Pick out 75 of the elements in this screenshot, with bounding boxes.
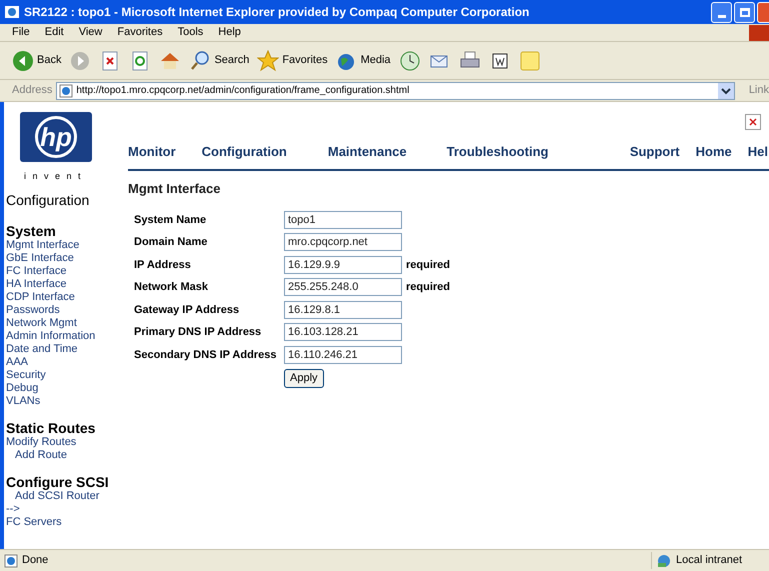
sidebar-link[interactable]: Admin Information — [6, 330, 122, 342]
sidebar-link[interactable]: GbE Interface — [6, 252, 122, 264]
sidebar-link[interactable]: --> — [6, 502, 122, 516]
menu-item[interactable]: File — [12, 24, 30, 41]
sidebar-link[interactable]: Security — [6, 368, 122, 382]
nav-link[interactable]: Maintenance — [312, 142, 407, 161]
menu-item[interactable]: View — [78, 24, 102, 41]
menu-item[interactable]: Edit — [44, 24, 64, 41]
sidebar-link[interactable]: Add SCSI Router — [6, 490, 122, 502]
sidebar-link[interactable]: Passwords — [6, 304, 122, 316]
sidebar-link[interactable]: Modify Routes — [6, 436, 122, 448]
field-label: Secondary DNS IP Address — [134, 348, 278, 362]
nav-link[interactable]: Hel — [748, 142, 768, 161]
field-label: System Name — [134, 212, 208, 228]
dropdown-icon[interactable] — [718, 82, 734, 98]
text-field[interactable]: 16.110.246.21 — [284, 346, 402, 364]
address-label: Address — [12, 83, 52, 98]
minimize-button[interactable] — [711, 2, 732, 22]
menu-item[interactable]: Tools — [178, 24, 204, 41]
section-title: Configure SCSI — [6, 474, 110, 490]
field-label: Domain Name — [134, 235, 208, 250]
nav-link[interactable]: Support — [630, 142, 680, 161]
nav-link[interactable]: Monitor — [128, 142, 176, 161]
field-label: Network Mask — [134, 280, 209, 295]
page-heading: Mgmt Interface — [128, 180, 222, 198]
search-icon[interactable] — [189, 50, 212, 72]
text-field[interactable]: 16.129.8.1 — [284, 300, 402, 319]
toolbar-button-label[interactable]: Favorites — [282, 52, 328, 69]
section-title: Static Routes — [6, 420, 96, 436]
text-field[interactable]: 255.255.248.0 — [284, 278, 402, 296]
section-title: System — [6, 222, 57, 238]
sidebar-link[interactable]: FC Interface — [6, 264, 122, 278]
field-label: IP Address — [134, 258, 192, 272]
field-label: Primary DNS IP Address — [134, 325, 262, 340]
page-icon — [59, 84, 74, 98]
field-label: Gateway IP Address — [134, 302, 240, 318]
nav-link[interactable]: Troubleshooting — [432, 142, 548, 161]
menu-item[interactable]: Favorites — [117, 24, 163, 41]
text-field[interactable]: 16.129.9.9 — [284, 256, 402, 274]
sidebar-link[interactable]: Network Mgmt — [6, 316, 122, 330]
nav-link[interactable]: Home — [696, 142, 732, 161]
zone-text: Local intranet — [676, 553, 742, 568]
sidebar-link[interactable]: Add Route — [6, 448, 122, 462]
browser-icon — [4, 4, 20, 20]
menu-item[interactable]: Help — [218, 24, 241, 41]
sidebar-link[interactable]: AAA — [6, 356, 122, 368]
sidebar-link[interactable]: Date and Time — [6, 342, 122, 356]
required-note: required — [406, 280, 450, 295]
clock-icon[interactable] — [398, 50, 421, 72]
star-icon[interactable] — [257, 50, 280, 72]
required-note: required — [406, 258, 450, 272]
nav-link[interactable]: Configuration — [202, 142, 287, 161]
text-field[interactable]: mro.cpqcorp.net — [284, 233, 402, 252]
sidebar-link[interactable]: HA Interface — [6, 278, 122, 290]
sidebar-link[interactable]: CDP Interface — [6, 290, 122, 304]
sidebar-link[interactable]: FC Servers — [6, 516, 122, 528]
text-field[interactable]: topo1 — [284, 210, 402, 229]
window-title: SR2122 : topo1 - Microsoft Internet Explorer provided by Compaq Computer Corporation — [24, 4, 530, 21]
apply-button[interactable]: Apply — [284, 369, 324, 388]
text-field[interactable]: 16.103.128.21 — [284, 323, 402, 342]
toolbar-button-label[interactable]: Search — [214, 52, 250, 69]
toolbar-button-label[interactable]: Back — [37, 52, 62, 69]
hp-logo: hp — [20, 112, 92, 162]
page-icon — [4, 554, 18, 568]
close-button[interactable] — [757, 2, 769, 22]
sidebar-link[interactable]: Mgmt Interface — [6, 238, 122, 252]
status-text: Done — [22, 553, 48, 568]
toolbar-button-label[interactable]: Media — [360, 52, 391, 69]
sidebar-link[interactable]: VLANs — [6, 394, 122, 408]
maximize-button[interactable] — [734, 2, 755, 22]
address-field[interactable]: http://topo1.mro.cpqcorp.net/admin/configuration/frame_configuration.shtml — [56, 82, 735, 100]
broken-image-icon — [745, 114, 761, 130]
sidebar-heading: Configuration — [6, 190, 90, 210]
logo-tagline: i n v e n t — [24, 170, 84, 183]
sidebar-link[interactable]: Debug — [6, 382, 122, 394]
